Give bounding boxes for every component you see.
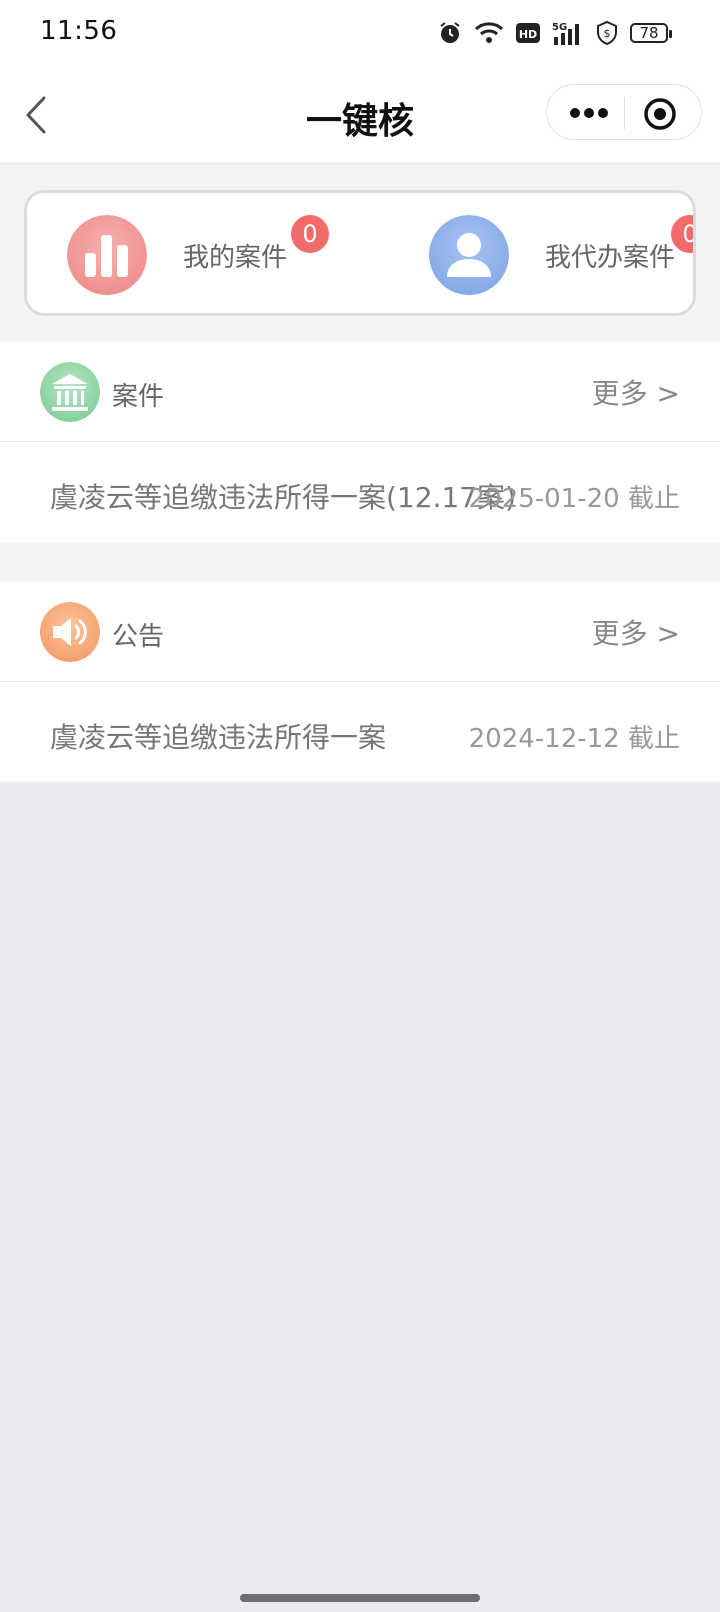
svg-text:HD: HD [519, 28, 537, 41]
case-item-deadline: 2025-01-20 截止 [468, 484, 680, 514]
list-item[interactable]: 虞凌云等追缴违法所得一案(12.17案) 2025-01-20 截止 [0, 442, 720, 542]
status-bar: 11:56 HD 5G $ 78 [0, 0, 720, 66]
notices-header: 公告 更多 > [0, 582, 720, 682]
svg-text:$: $ [604, 27, 611, 40]
my-cases-label: 我的案件 [183, 243, 288, 273]
status-icons: HD 5G $ 78 [438, 18, 672, 48]
bank-icon [40, 362, 100, 422]
capsule-divider [624, 97, 625, 129]
notice-item-deadline: 2024-12-12 截止 [468, 724, 680, 754]
section-gap [0, 542, 720, 582]
quick-access-area: 我的案件 0 我代办案件 0 [0, 164, 720, 342]
mini-program-capsule [546, 84, 702, 140]
nav-bar: 一键核 [0, 66, 720, 164]
alarm-icon [440, 22, 460, 43]
battery-icon: 78 [630, 23, 672, 43]
more-dots-icon[interactable] [565, 99, 613, 127]
list-item[interactable]: 虞凌云等追缴违法所得一案 2024-12-12 截止 [0, 682, 720, 782]
my-agent-cases-label: 我代办案件 [545, 243, 676, 273]
speaker-icon [40, 602, 100, 662]
my-cases-badge: 0 [291, 215, 329, 253]
notice-item-title: 虞凌云等追缴违法所得一案 [50, 721, 387, 754]
cases-section: 案件 更多 > 虞凌云等追缴违法所得一案(12.17案) 2025-01-20 … [0, 342, 720, 542]
5g-signal-icon: 5G [552, 22, 579, 45]
home-indicator[interactable] [240, 1594, 480, 1602]
quick-access-card: 我的案件 0 我代办案件 0 [24, 190, 696, 316]
notices-more-link[interactable]: 更多 > [592, 612, 680, 652]
status-time: 11:56 [40, 16, 118, 46]
cases-title: 案件 [112, 382, 165, 412]
my-agent-cases-button[interactable]: 我代办案件 0 [389, 193, 693, 313]
my-cases-button[interactable]: 我的案件 0 [27, 193, 367, 313]
bar-chart-icon [67, 215, 147, 295]
target-icon[interactable] [643, 97, 677, 131]
shield-icon: $ [597, 21, 617, 45]
notices-title: 公告 [112, 622, 165, 652]
user-icon [429, 215, 509, 295]
hd-icon: HD [516, 23, 540, 43]
svg-text:5G: 5G [552, 22, 567, 33]
wifi-icon [474, 22, 504, 43]
case-item-title: 虞凌云等追缴违法所得一案(12.17案) [50, 481, 517, 514]
cases-header: 案件 更多 > [0, 342, 720, 442]
cases-more-link[interactable]: 更多 > [592, 372, 680, 412]
notices-section: 公告 更多 > 虞凌云等追缴违法所得一案 2024-12-12 截止 [0, 582, 720, 782]
